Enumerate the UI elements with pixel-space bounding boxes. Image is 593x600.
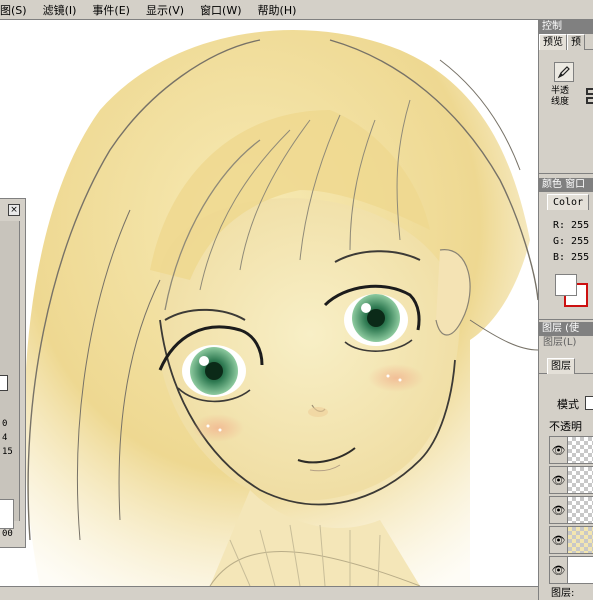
layer-tabs: 图层 bbox=[539, 358, 593, 374]
tab-preview-2[interactable]: 预 bbox=[567, 34, 585, 50]
left-panel-well bbox=[0, 221, 20, 521]
left-panel-swatch[interactable] bbox=[0, 375, 8, 391]
eye-icon[interactable]: 👁 bbox=[550, 557, 568, 583]
layer-panel-title: 图层 (使 bbox=[539, 322, 593, 336]
left-panel-value: 4 bbox=[2, 433, 8, 443]
layer-row[interactable]: 👁 bbox=[549, 526, 593, 554]
anime-girl-painting bbox=[24, 30, 538, 586]
left-floating-panel: × 0 4 15 00 bbox=[0, 198, 26, 548]
layer-thumbnail bbox=[568, 467, 593, 493]
half-transparent-label: 半透 线度 bbox=[551, 86, 570, 107]
eye-icon[interactable]: 👁 bbox=[550, 527, 568, 553]
color-panel: 颜色 窗口 Color R: 255 G: 255 B: 255 bbox=[539, 178, 593, 320]
opacity-label: 不透明 bbox=[549, 420, 582, 433]
tab-color[interactable]: Color bbox=[547, 194, 590, 210]
close-icon[interactable]: × bbox=[8, 204, 20, 216]
blue-value: B: 255 bbox=[553, 252, 590, 263]
left-panel-preview bbox=[0, 499, 14, 529]
layer-row[interactable]: 👁 bbox=[549, 466, 593, 494]
layer-panel-subtitle: 图层(L) bbox=[543, 337, 577, 348]
layer-row[interactable]: 👁 bbox=[549, 556, 593, 584]
menu-item-window[interactable]: 窗口(W) bbox=[200, 2, 241, 18]
menu-item-help[interactable]: 帮助(H) bbox=[258, 2, 297, 18]
menu-item-view[interactable]: 显示(V) bbox=[146, 2, 184, 18]
canvas-scrollbar[interactable] bbox=[0, 586, 538, 600]
pen-icon bbox=[557, 66, 570, 79]
eye-icon[interactable]: 👁 bbox=[550, 467, 568, 493]
layer-thumbnail bbox=[568, 437, 593, 463]
layer-thumbnail bbox=[568, 527, 593, 553]
control-tabs: 预览 预 bbox=[539, 34, 593, 50]
layer-row[interactable]: 👁 bbox=[549, 436, 593, 464]
eye-icon[interactable]: 👁 bbox=[550, 437, 568, 463]
left-panel-value: 0 bbox=[2, 419, 8, 429]
blend-mode-select[interactable] bbox=[585, 396, 593, 410]
tab-layers[interactable]: 图层 bbox=[547, 358, 575, 374]
right-dock: 控制 预览 预 半透 线度 颜色 窗口 Color R: 255 G: 255 … bbox=[538, 20, 593, 600]
layer-panel: 图层 (使 图层(L) 图层 模式 不透明 👁 👁 👁 👁 👁 图层: 385 bbox=[539, 322, 593, 600]
green-value: G: 255 bbox=[553, 236, 590, 247]
grid-icon[interactable] bbox=[586, 88, 593, 104]
control-panel: 控制 预览 预 半透 线度 bbox=[539, 20, 593, 174]
pen-button[interactable] bbox=[554, 62, 574, 82]
menu-item-events[interactable]: 事件(E) bbox=[92, 2, 130, 18]
layer-count-label: 图层: 385 bbox=[551, 588, 575, 600]
layer-thumbnail bbox=[568, 497, 593, 523]
red-value: R: 255 bbox=[553, 220, 590, 231]
blend-mode-label: 模式 bbox=[557, 398, 579, 411]
left-panel-value: 15 bbox=[2, 447, 13, 457]
layer-row[interactable]: 👁 bbox=[549, 496, 593, 524]
menu-item-partial[interactable]: 图(S) bbox=[0, 2, 27, 18]
menu-bar: 图(S) 滤镜(I) 事件(E) 显示(V) 窗口(W) 帮助(H) bbox=[0, 0, 593, 20]
control-panel-title: 控制 bbox=[539, 20, 593, 34]
left-panel-value: 00 bbox=[2, 529, 13, 539]
tab-preview[interactable]: 预览 bbox=[539, 34, 567, 50]
layer-thumbnail bbox=[568, 557, 593, 583]
menu-item-filter[interactable]: 滤镜(I) bbox=[43, 2, 77, 18]
drawing-canvas[interactable] bbox=[0, 20, 538, 586]
foreground-color-swatch[interactable] bbox=[555, 274, 577, 296]
color-panel-title: 颜色 窗口 bbox=[539, 178, 593, 192]
eye-icon[interactable]: 👁 bbox=[550, 497, 568, 523]
